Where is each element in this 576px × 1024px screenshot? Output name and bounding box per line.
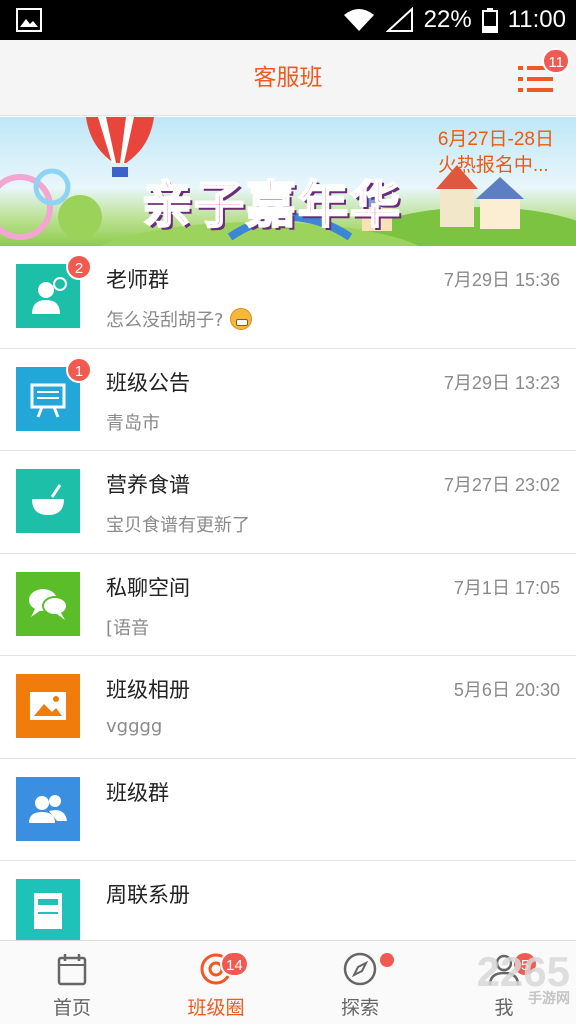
item-preview-text: 青岛市 — [106, 412, 160, 434]
item-preview: 青岛市 — [106, 409, 160, 435]
list-item-teacher-group[interactable]: 2 老师群 7月29日 15:36 怎么没刮胡子? — [0, 246, 576, 349]
banner-title: 亲子嘉年华 — [141, 174, 402, 235]
tab-label: 班级圈 — [187, 997, 245, 1019]
item-preview: 怎么没刮胡子? — [106, 306, 252, 332]
tab-class-circle[interactable]: 14 班级圈 — [144, 941, 288, 1024]
item-name: 营养食谱 — [106, 473, 190, 497]
item-name: 班级相册 — [106, 678, 190, 702]
item-time: 7月29日 13:23 — [443, 372, 560, 393]
item-preview: vgggg — [106, 716, 162, 737]
compass-icon — [343, 952, 377, 986]
item-name: 班级群 — [106, 780, 169, 805]
list-item-class-album[interactable]: 班级相册 5月6日 20:30 vgggg — [0, 656, 576, 759]
item-name: 班级公告 — [106, 370, 190, 395]
item-preview: [语音 — [106, 614, 149, 640]
list-item-private-chat[interactable]: 私聊空间 7月1日 17:05 [语音 — [0, 553, 576, 656]
item-name: 老师群 — [106, 268, 169, 292]
battery-icon — [481, 8, 498, 33]
book-icon — [16, 879, 80, 943]
promo-banner[interactable]: 亲子嘉年华 6月27日-28日 火热报名中... — [0, 117, 576, 246]
unread-badge: 2 — [66, 254, 92, 280]
group-icon — [16, 776, 80, 841]
conversation-list: 2 老师群 7月29日 15:36 怎么没刮胡子? 1 班级公告 7月29日 1… — [0, 246, 576, 964]
battery-percent: 22% — [423, 6, 472, 33]
list-item-class-group[interactable]: 班级群 — [0, 758, 576, 861]
tab-home[interactable]: 首页 — [0, 941, 144, 1024]
item-name: 周联系册 — [106, 883, 190, 907]
calendar-icon — [57, 954, 87, 986]
banner-signup: 火热报名中... — [437, 155, 549, 176]
tab-explore[interactable]: 探索 — [288, 941, 432, 1024]
item-time: 7月29日 15:36 — [443, 270, 560, 290]
banner-date: 6月27日-28日 — [437, 129, 554, 150]
item-time: 7月1日 17:05 — [453, 577, 560, 598]
wifi-icon — [343, 9, 374, 31]
list-item-nutrition[interactable]: 营养食谱 7月27日 23:02 宝贝食谱有更新了 — [0, 451, 576, 554]
chat-icon — [16, 571, 80, 636]
clock: 11:00 — [507, 6, 566, 33]
notification-dot — [380, 953, 394, 967]
page-title: 客服班 — [253, 65, 323, 91]
item-time: 5月6日 20:30 — [453, 680, 560, 700]
status-bar: 22% 11:00 — [0, 0, 576, 40]
tab-badge: 14 — [220, 951, 249, 977]
image-icon — [16, 8, 42, 32]
signal-icon — [385, 7, 413, 32]
menu-badge: 11 — [542, 48, 570, 74]
item-preview-text: [语音 — [106, 617, 150, 639]
item-time: 7月27日 23:02 — [443, 475, 560, 495]
banner-date-block: 6月27日-28日 火热报名中... — [438, 127, 554, 179]
title-bar: 客服班 11 — [0, 40, 576, 116]
item-preview: 宝贝食谱有更新了 — [106, 511, 250, 537]
grin-emoji-icon — [229, 308, 252, 330]
item-preview-text: 宝贝食谱有更新了 — [106, 515, 250, 536]
list-item-class-notice[interactable]: 1 班级公告 7月29日 13:23 青岛市 — [0, 348, 576, 451]
bowl-icon — [16, 469, 80, 533]
watermark: 2265 手游网 — [477, 948, 570, 1008]
tab-label: 探索 — [340, 997, 379, 1019]
item-preview-text: 怎么没刮胡子? — [106, 310, 224, 331]
item-preview-text: vgggg — [106, 716, 163, 737]
item-name: 私聊空间 — [106, 575, 190, 600]
tab-label: 首页 — [52, 997, 91, 1019]
unread-badge: 1 — [66, 356, 92, 383]
photo-icon — [16, 674, 80, 738]
